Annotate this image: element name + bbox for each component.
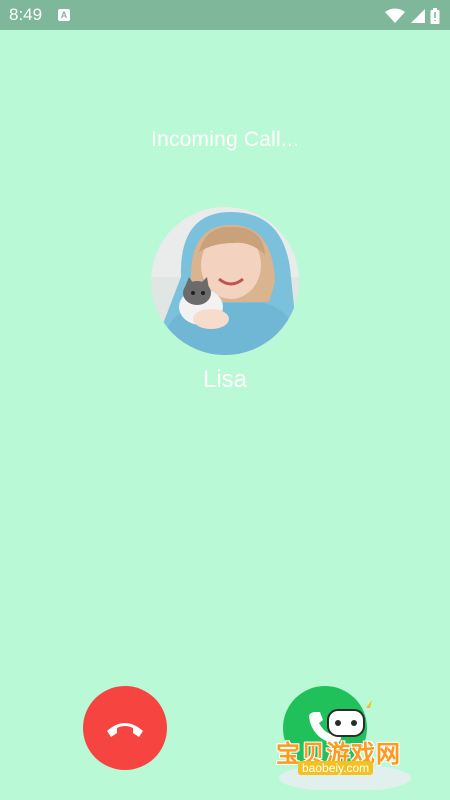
decline-call-button[interactable] — [83, 686, 167, 770]
signal-icon — [410, 8, 425, 23]
phone-icon — [309, 712, 341, 744]
battery-icon — [430, 7, 440, 24]
call-status-text: Incoming Call... — [151, 128, 299, 151]
caller-avatar — [151, 207, 299, 355]
caller-name: Lisa — [202, 366, 248, 393]
status-icons — [385, 7, 440, 24]
accept-call-button[interactable] — [283, 686, 367, 770]
notification-icon: A — [58, 9, 70, 21]
status-time: 8:49 — [9, 5, 43, 24]
status-bar: 8:49 A — [0, 0, 450, 30]
avatar-photo — [151, 207, 299, 355]
phone-hangup-icon — [107, 723, 143, 737]
wifi-icon — [385, 8, 406, 23]
